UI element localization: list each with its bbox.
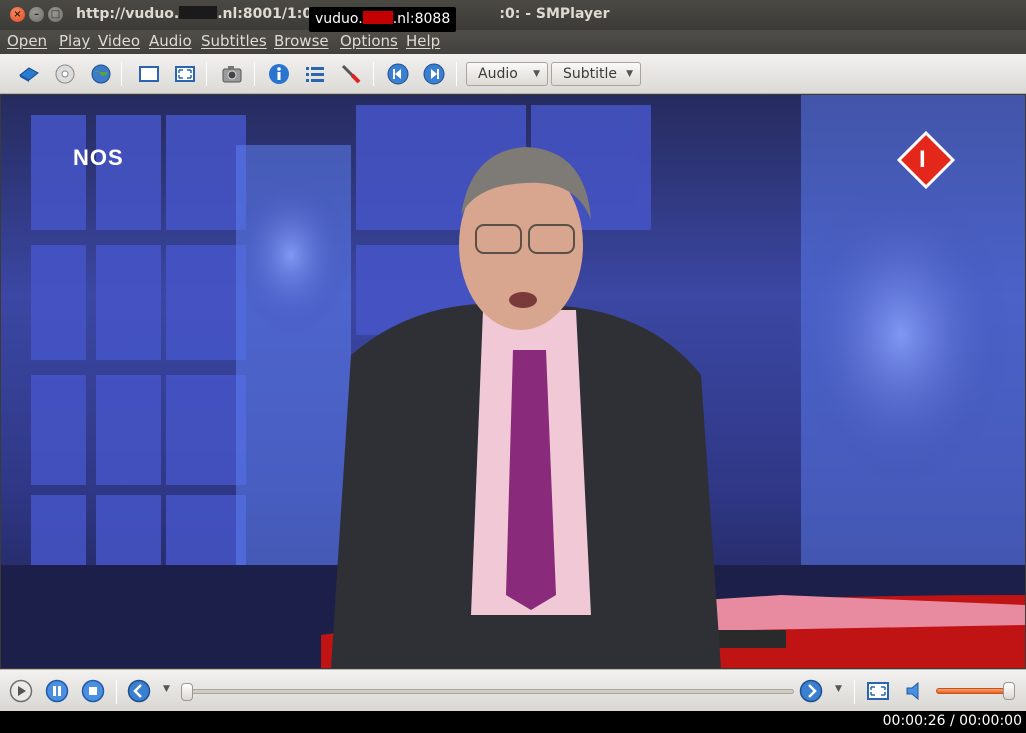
- toolbar-separator: [121, 62, 122, 86]
- status-bar: 00:00:26 / 00:00:00: [0, 711, 1026, 733]
- menu-help[interactable]: Help: [406, 32, 440, 50]
- toolbar: Audio ▼ Subtitle ▼: [0, 54, 1026, 94]
- window-title-prefix: http://vuduo.: [76, 6, 180, 22]
- menu-audio[interactable]: Audio: [149, 32, 192, 50]
- tooltip-redacted-block: [362, 11, 393, 24]
- window-title-suffix: :0: - SMPlayer: [499, 6, 610, 22]
- chevron-down-icon: ▼: [533, 69, 540, 79]
- screenshot-icon[interactable]: [220, 62, 244, 86]
- audio-dropdown-label: Audio: [478, 66, 518, 82]
- redacted-block: [179, 6, 218, 19]
- time-display: 00:00:26 / 00:00:00: [882, 713, 1022, 729]
- subtitle-track-dropdown[interactable]: Subtitle ▼: [551, 62, 641, 86]
- menu-video[interactable]: Video: [98, 32, 140, 50]
- volume-slider[interactable]: [936, 682, 1015, 700]
- menu-play[interactable]: Play: [59, 32, 90, 50]
- video-display[interactable]: NOS I: [1, 95, 1025, 668]
- rewind-menu-chevron-icon[interactable]: ▼: [163, 684, 170, 694]
- open-url-icon[interactable]: [89, 62, 113, 86]
- chevron-down-icon: ▼: [626, 69, 633, 79]
- previous-icon[interactable]: [386, 62, 410, 86]
- toolbar-separator: [373, 62, 374, 86]
- window-close-button[interactable]: ×: [10, 7, 25, 22]
- menu-bar: Open Play Video Audio Subtitles Browse O…: [0, 30, 1026, 54]
- tooltip-prefix: vuduo.: [315, 11, 363, 27]
- next-icon[interactable]: [422, 62, 446, 86]
- window-minimize-button[interactable]: –: [29, 7, 44, 22]
- controls-separator: [116, 680, 117, 704]
- playlist-icon[interactable]: [303, 62, 327, 86]
- seek-handle[interactable]: [181, 683, 193, 701]
- forward-button[interactable]: [799, 679, 823, 703]
- fullscreen-icon[interactable]: [173, 62, 197, 86]
- menu-browse[interactable]: Browse: [274, 32, 329, 50]
- preferences-tools-icon[interactable]: [339, 62, 363, 86]
- window-maximize-button[interactable]: □: [48, 7, 63, 22]
- fullscreen-toggle-icon[interactable]: [866, 679, 890, 703]
- menu-subtitles[interactable]: Subtitles: [201, 32, 267, 50]
- rewind-button[interactable]: [127, 679, 151, 703]
- title-bar: × – □ http://vuduo. .nl:8001/1:0:1:0: - S…: [0, 0, 1026, 32]
- menu-options[interactable]: Options: [340, 32, 398, 50]
- volume-handle[interactable]: [1003, 682, 1015, 700]
- seek-bar[interactable]: [181, 683, 794, 701]
- toolbar-separator: [254, 62, 255, 86]
- volume-speaker-icon[interactable]: [903, 679, 927, 703]
- toolbar-separator: [456, 62, 457, 86]
- audio-track-dropdown[interactable]: Audio ▼: [466, 62, 548, 86]
- subtitle-dropdown-label: Subtitle: [563, 66, 618, 82]
- info-icon[interactable]: [267, 62, 291, 86]
- play-button[interactable]: [9, 679, 33, 703]
- forward-menu-chevron-icon[interactable]: ▼: [835, 684, 842, 694]
- toolbar-separator: [206, 62, 207, 86]
- pause-button[interactable]: [45, 679, 69, 703]
- video-frame: [1, 95, 1025, 668]
- open-file-icon[interactable]: [17, 62, 41, 86]
- channel-badge-letter: I: [919, 146, 926, 173]
- menu-open[interactable]: Open: [7, 32, 47, 50]
- compact-mode-icon[interactable]: [137, 62, 161, 86]
- tooltip-suffix: .nl:8088: [392, 11, 451, 27]
- channel-logo: NOS: [73, 145, 124, 170]
- controls-separator: [854, 680, 855, 704]
- stop-button[interactable]: [81, 679, 105, 703]
- title-tooltip: vuduo. .nl:8088: [309, 7, 457, 32]
- playback-controls: ▼ ▼: [0, 669, 1026, 711]
- open-disc-icon[interactable]: [53, 62, 77, 86]
